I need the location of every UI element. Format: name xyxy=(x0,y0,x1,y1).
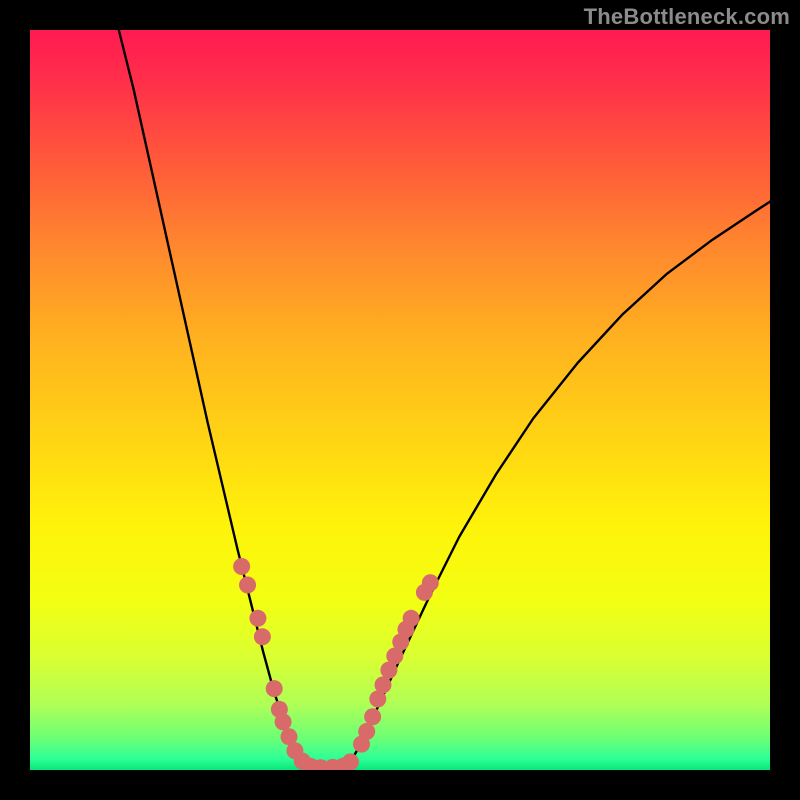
chart-frame xyxy=(30,30,770,770)
data-point xyxy=(266,680,283,697)
data-point xyxy=(239,577,256,594)
data-point xyxy=(249,610,266,627)
data-point xyxy=(342,753,359,770)
data-point xyxy=(403,610,420,627)
data-point xyxy=(422,574,439,591)
data-point xyxy=(364,708,381,725)
data-point xyxy=(254,628,271,645)
data-point xyxy=(275,713,292,730)
data-point xyxy=(358,723,375,740)
data-point xyxy=(374,676,391,693)
bottleneck-chart xyxy=(30,30,770,770)
data-point xyxy=(233,558,250,575)
watermark-text: TheBottleneck.com xyxy=(584,4,790,30)
